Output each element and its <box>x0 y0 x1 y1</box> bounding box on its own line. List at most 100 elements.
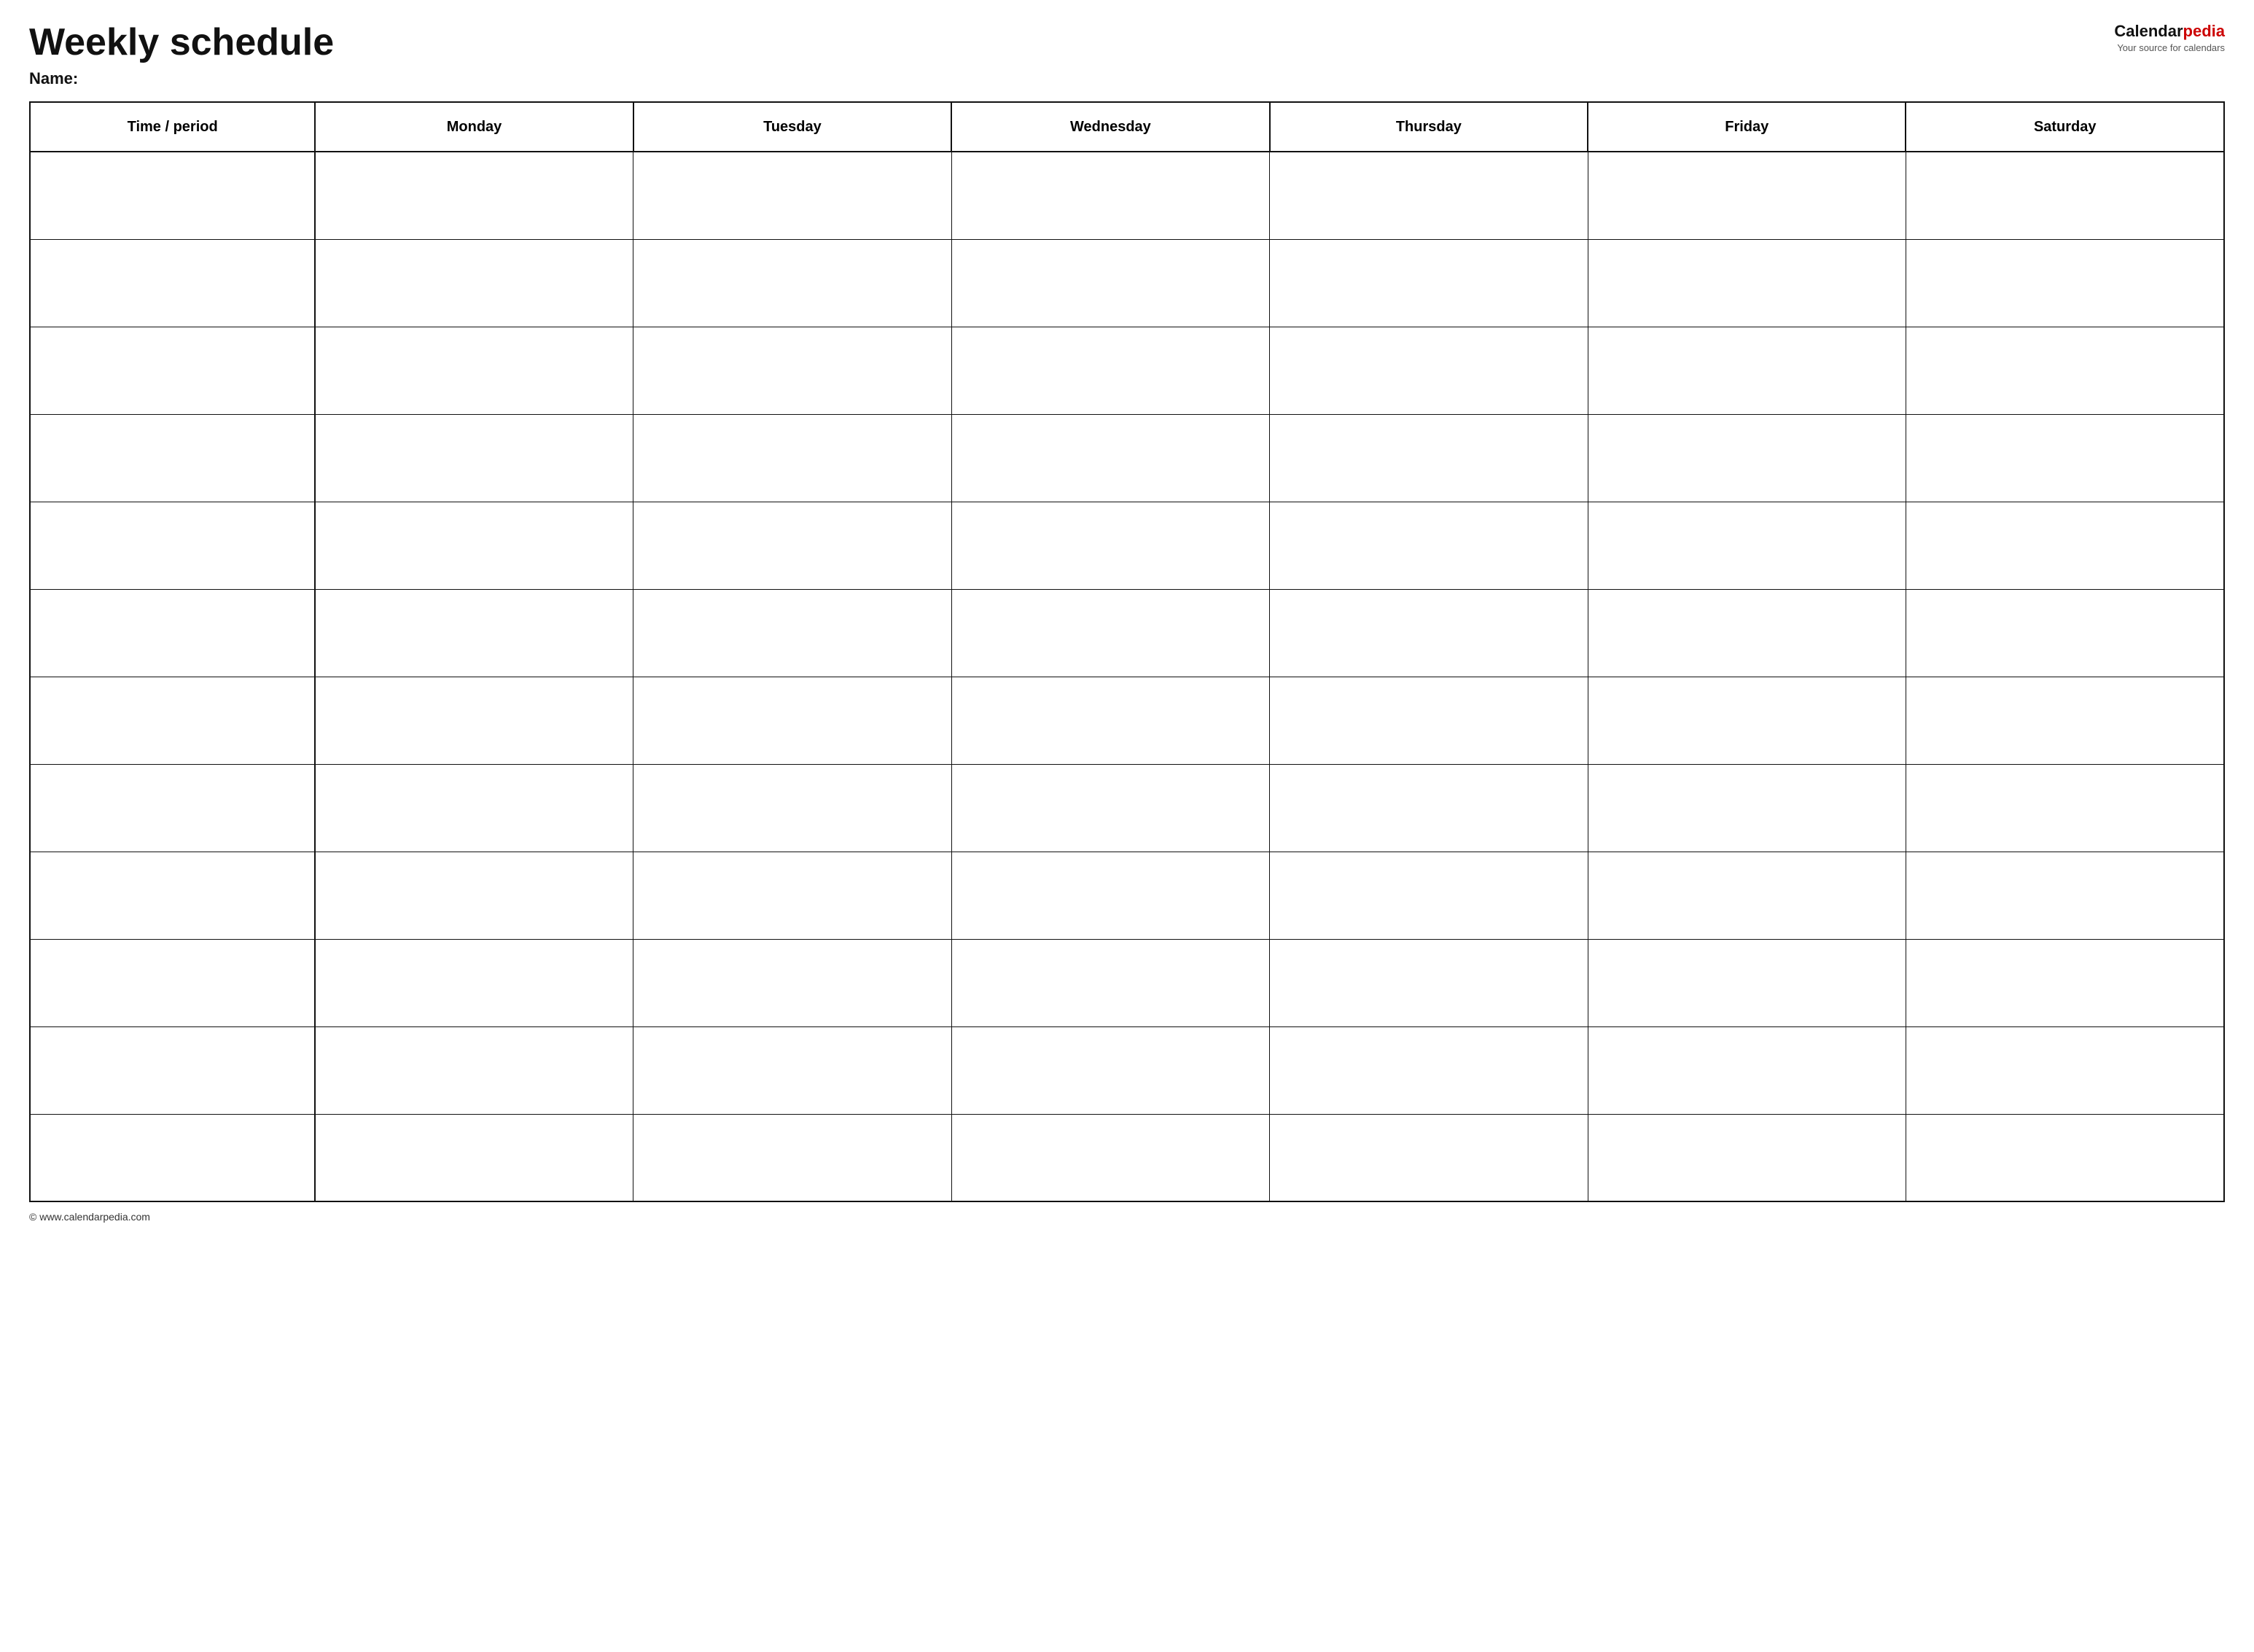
table-row <box>30 414 2224 502</box>
table-cell[interactable] <box>951 764 1269 852</box>
table-cell[interactable] <box>1906 502 2224 589</box>
table-cell[interactable] <box>1906 1026 2224 1114</box>
table-cell[interactable] <box>315 589 633 677</box>
table-cell[interactable] <box>30 852 315 939</box>
table-cell[interactable] <box>1906 239 2224 327</box>
table-cell[interactable] <box>633 502 951 589</box>
table-cell[interactable] <box>951 939 1269 1026</box>
table-cell[interactable] <box>1906 1114 2224 1201</box>
col-header-wednesday: Wednesday <box>951 102 1269 152</box>
table-cell[interactable] <box>315 764 633 852</box>
table-cell[interactable] <box>1906 677 2224 764</box>
table-cell[interactable] <box>315 1114 633 1201</box>
table-cell[interactable] <box>1588 852 1906 939</box>
table-cell[interactable] <box>951 502 1269 589</box>
table-cell[interactable] <box>1588 152 1906 239</box>
table-cell[interactable] <box>633 239 951 327</box>
table-row <box>30 852 2224 939</box>
table-cell[interactable] <box>30 1114 315 1201</box>
table-row <box>30 152 2224 239</box>
table-cell[interactable] <box>1270 677 1588 764</box>
table-cell[interactable] <box>30 589 315 677</box>
table-cell[interactable] <box>1588 677 1906 764</box>
table-cell[interactable] <box>951 677 1269 764</box>
table-cell[interactable] <box>315 414 633 502</box>
table-cell[interactable] <box>1906 852 2224 939</box>
page-title: Weekly schedule <box>29 22 2094 63</box>
table-cell[interactable] <box>1588 327 1906 414</box>
table-cell[interactable] <box>633 939 951 1026</box>
table-cell[interactable] <box>315 1026 633 1114</box>
table-row <box>30 327 2224 414</box>
table-cell[interactable] <box>1270 239 1588 327</box>
table-cell[interactable] <box>1588 414 1906 502</box>
table-cell[interactable] <box>1270 152 1588 239</box>
table-cell[interactable] <box>315 939 633 1026</box>
table-cell[interactable] <box>30 939 315 1026</box>
table-cell[interactable] <box>951 327 1269 414</box>
table-cell[interactable] <box>1588 502 1906 589</box>
table-cell[interactable] <box>1906 764 2224 852</box>
table-cell[interactable] <box>30 414 315 502</box>
table-cell[interactable] <box>315 677 633 764</box>
logo-section: Calendarpedia Your source for calendars <box>2094 22 2225 53</box>
table-cell[interactable] <box>951 1026 1269 1114</box>
table-row <box>30 764 2224 852</box>
table-cell[interactable] <box>633 1114 951 1201</box>
col-header-friday: Friday <box>1588 102 1906 152</box>
table-cell[interactable] <box>633 327 951 414</box>
table-row <box>30 589 2224 677</box>
table-cell[interactable] <box>1270 502 1588 589</box>
table-cell[interactable] <box>315 152 633 239</box>
table-cell[interactable] <box>30 764 315 852</box>
table-cell[interactable] <box>951 1114 1269 1201</box>
table-cell[interactable] <box>1270 327 1588 414</box>
table-cell[interactable] <box>30 502 315 589</box>
table-cell[interactable] <box>1588 589 1906 677</box>
table-cell[interactable] <box>951 239 1269 327</box>
table-cell[interactable] <box>315 502 633 589</box>
table-cell[interactable] <box>1906 327 2224 414</box>
table-cell[interactable] <box>30 677 315 764</box>
table-cell[interactable] <box>315 852 633 939</box>
footer: © www.calendarpedia.com <box>29 1211 2225 1223</box>
table-cell[interactable] <box>951 414 1269 502</box>
table-cell[interactable] <box>633 152 951 239</box>
table-cell[interactable] <box>1906 414 2224 502</box>
table-cell[interactable] <box>1270 852 1588 939</box>
table-cell[interactable] <box>1588 239 1906 327</box>
table-cell[interactable] <box>315 327 633 414</box>
table-cell[interactable] <box>30 239 315 327</box>
table-cell[interactable] <box>633 414 951 502</box>
logo-brand-part1: Calendar <box>2114 22 2183 40</box>
logo-brand-part2: pedia <box>2183 22 2225 40</box>
table-cell[interactable] <box>1270 939 1588 1026</box>
table-cell[interactable] <box>1270 764 1588 852</box>
table-cell[interactable] <box>1588 1114 1906 1201</box>
table-cell[interactable] <box>1270 414 1588 502</box>
table-cell[interactable] <box>1270 1114 1588 1201</box>
table-cell[interactable] <box>633 677 951 764</box>
table-cell[interactable] <box>951 852 1269 939</box>
col-header-tuesday: Tuesday <box>633 102 951 152</box>
table-cell[interactable] <box>1906 152 2224 239</box>
table-cell[interactable] <box>633 764 951 852</box>
table-cell[interactable] <box>951 589 1269 677</box>
table-cell[interactable] <box>1906 589 2224 677</box>
table-cell[interactable] <box>633 1026 951 1114</box>
table-cell[interactable] <box>1906 939 2224 1026</box>
table-row <box>30 1114 2224 1201</box>
table-cell[interactable] <box>1588 939 1906 1026</box>
table-cell[interactable] <box>633 589 951 677</box>
table-cell[interactable] <box>315 239 633 327</box>
title-section: Weekly schedule Name: <box>29 22 2094 88</box>
table-cell[interactable] <box>1270 1026 1588 1114</box>
table-cell[interactable] <box>30 152 315 239</box>
table-cell[interactable] <box>30 1026 315 1114</box>
table-cell[interactable] <box>1270 589 1588 677</box>
table-cell[interactable] <box>633 852 951 939</box>
table-cell[interactable] <box>1588 764 1906 852</box>
table-cell[interactable] <box>1588 1026 1906 1114</box>
table-cell[interactable] <box>30 327 315 414</box>
table-cell[interactable] <box>951 152 1269 239</box>
